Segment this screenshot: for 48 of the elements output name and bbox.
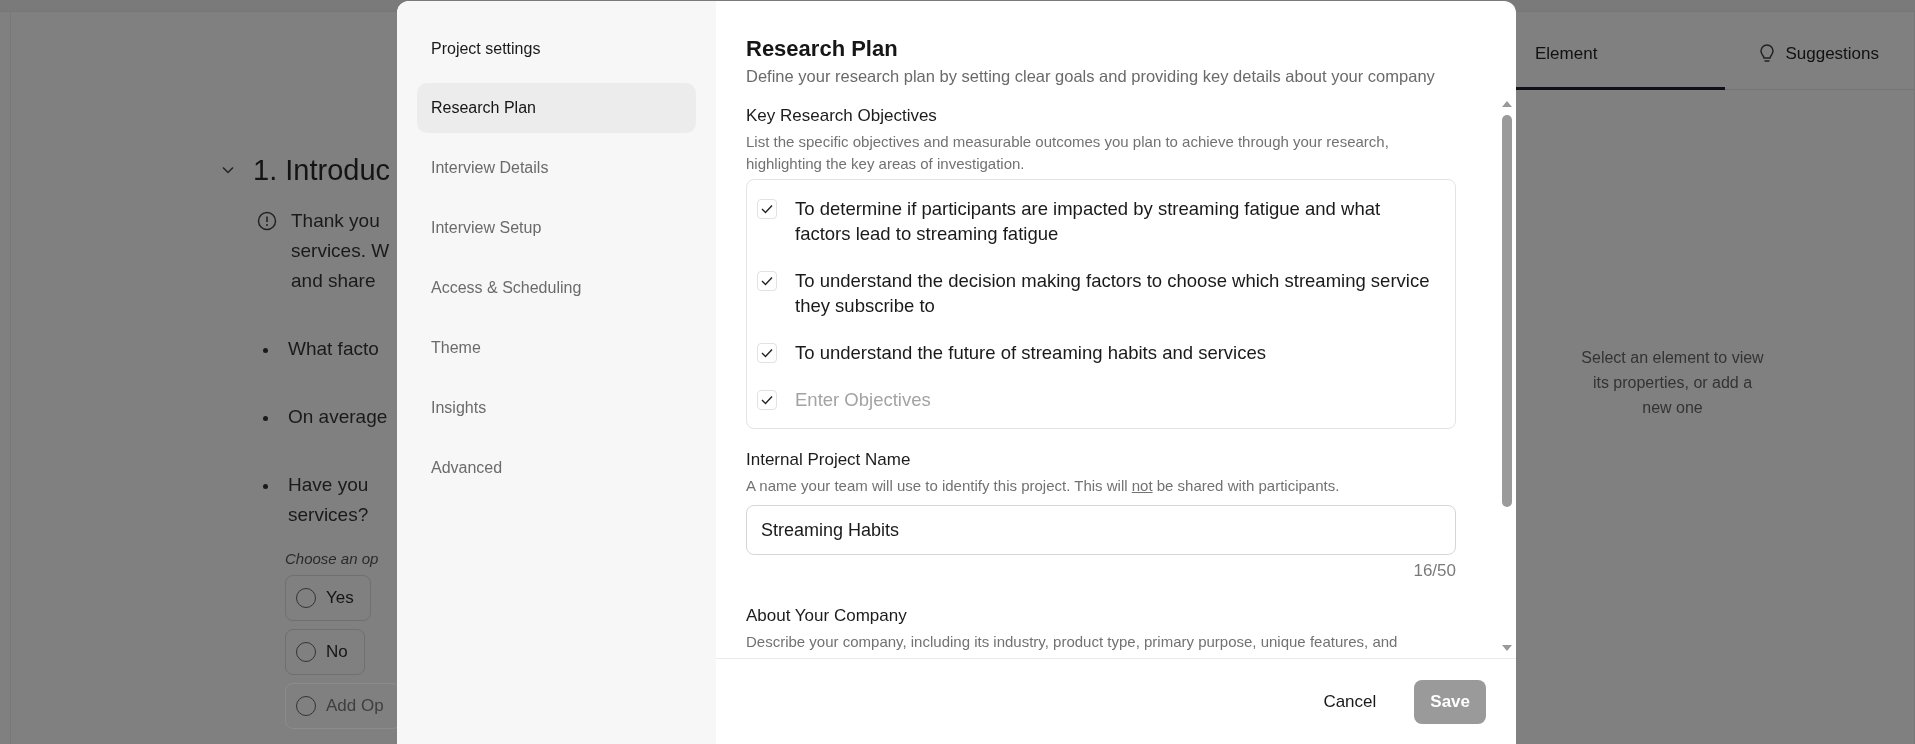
nav-item[interactable]: Interview Setup <box>417 203 696 253</box>
field-label: About Your Company <box>746 605 908 627</box>
checkmark-icon <box>761 348 773 358</box>
lightbulb-icon <box>1759 43 1776 64</box>
field-help: A name your team will use to identify this project. This will not be shared with participants. <box>746 476 1341 496</box>
panel-tab[interactable]: Suggestions <box>1724 12 1914 90</box>
field-help: Describe your company, including its industry, product type, primary purpose, unique features, and <box>746 632 1399 652</box>
nav-item[interactable]: Insights <box>417 383 696 433</box>
radio-option[interactable]: No <box>285 629 365 675</box>
bullet-icon <box>263 348 268 353</box>
radio-option[interactable]: Yes <box>285 575 371 621</box>
intro-text: services. W <box>291 239 390 263</box>
checkbox[interactable] <box>757 271 777 291</box>
hint-text: Choose an op <box>285 550 379 567</box>
nav-item[interactable]: Advanced <box>417 443 696 493</box>
checkmark-icon <box>761 276 773 286</box>
section-title: 1. Introduc <box>253 153 391 187</box>
question-text: On average <box>288 405 388 429</box>
field-help: List the specific objectives and measurable outcomes you plan to achieve through your research, highlighting the key areas of investigation. <box>746 132 1390 174</box>
nav-item[interactable]: Interview Details <box>417 143 696 193</box>
objective-input[interactable]: Enter Objectives <box>795 387 1431 412</box>
intro-text: Thank you <box>291 209 380 233</box>
cancel-button[interactable]: Cancel <box>1307 680 1393 724</box>
nav-item[interactable]: Research Plan <box>417 83 696 133</box>
question-text: services? <box>288 503 369 527</box>
bullet-icon <box>263 416 268 421</box>
objective-text: To understand the future of streaming habits and services <box>795 341 1266 365</box>
objective-text: To understand the decision making factors to choose which streaming service they subscribe to <box>795 269 1431 318</box>
checkmark-icon <box>761 395 773 405</box>
character-counter: 16/50 <box>1413 561 1456 581</box>
checkmark-icon <box>761 204 773 214</box>
nav-item[interactable]: Theme <box>417 323 696 373</box>
question-text: What facto <box>288 337 379 361</box>
project-name-field[interactable]: Streaming Habits <box>746 505 1456 555</box>
intro-text: and share <box>291 269 376 293</box>
field-label: Key Research Objectives <box>746 105 938 127</box>
checkbox[interactable] <box>757 199 777 219</box>
nav-item[interactable]: Access & Scheduling <box>417 263 696 313</box>
objective-text: To determine if participants are impacted by streaming fatigue and what factors lead to streaming fatigue <box>795 197 1382 246</box>
question-text: Have you <box>288 473 369 497</box>
empty-message: Select an element to view its properties, or add a new one <box>1580 348 1765 418</box>
checkbox[interactable] <box>757 343 777 363</box>
info-icon <box>257 211 277 231</box>
checkbox[interactable] <box>757 390 777 410</box>
nav-title: Project settings <box>430 39 542 59</box>
field-label: Internal Project Name <box>746 449 912 471</box>
dialog-title: Research Plan <box>746 35 899 63</box>
bullet-icon <box>263 484 268 489</box>
